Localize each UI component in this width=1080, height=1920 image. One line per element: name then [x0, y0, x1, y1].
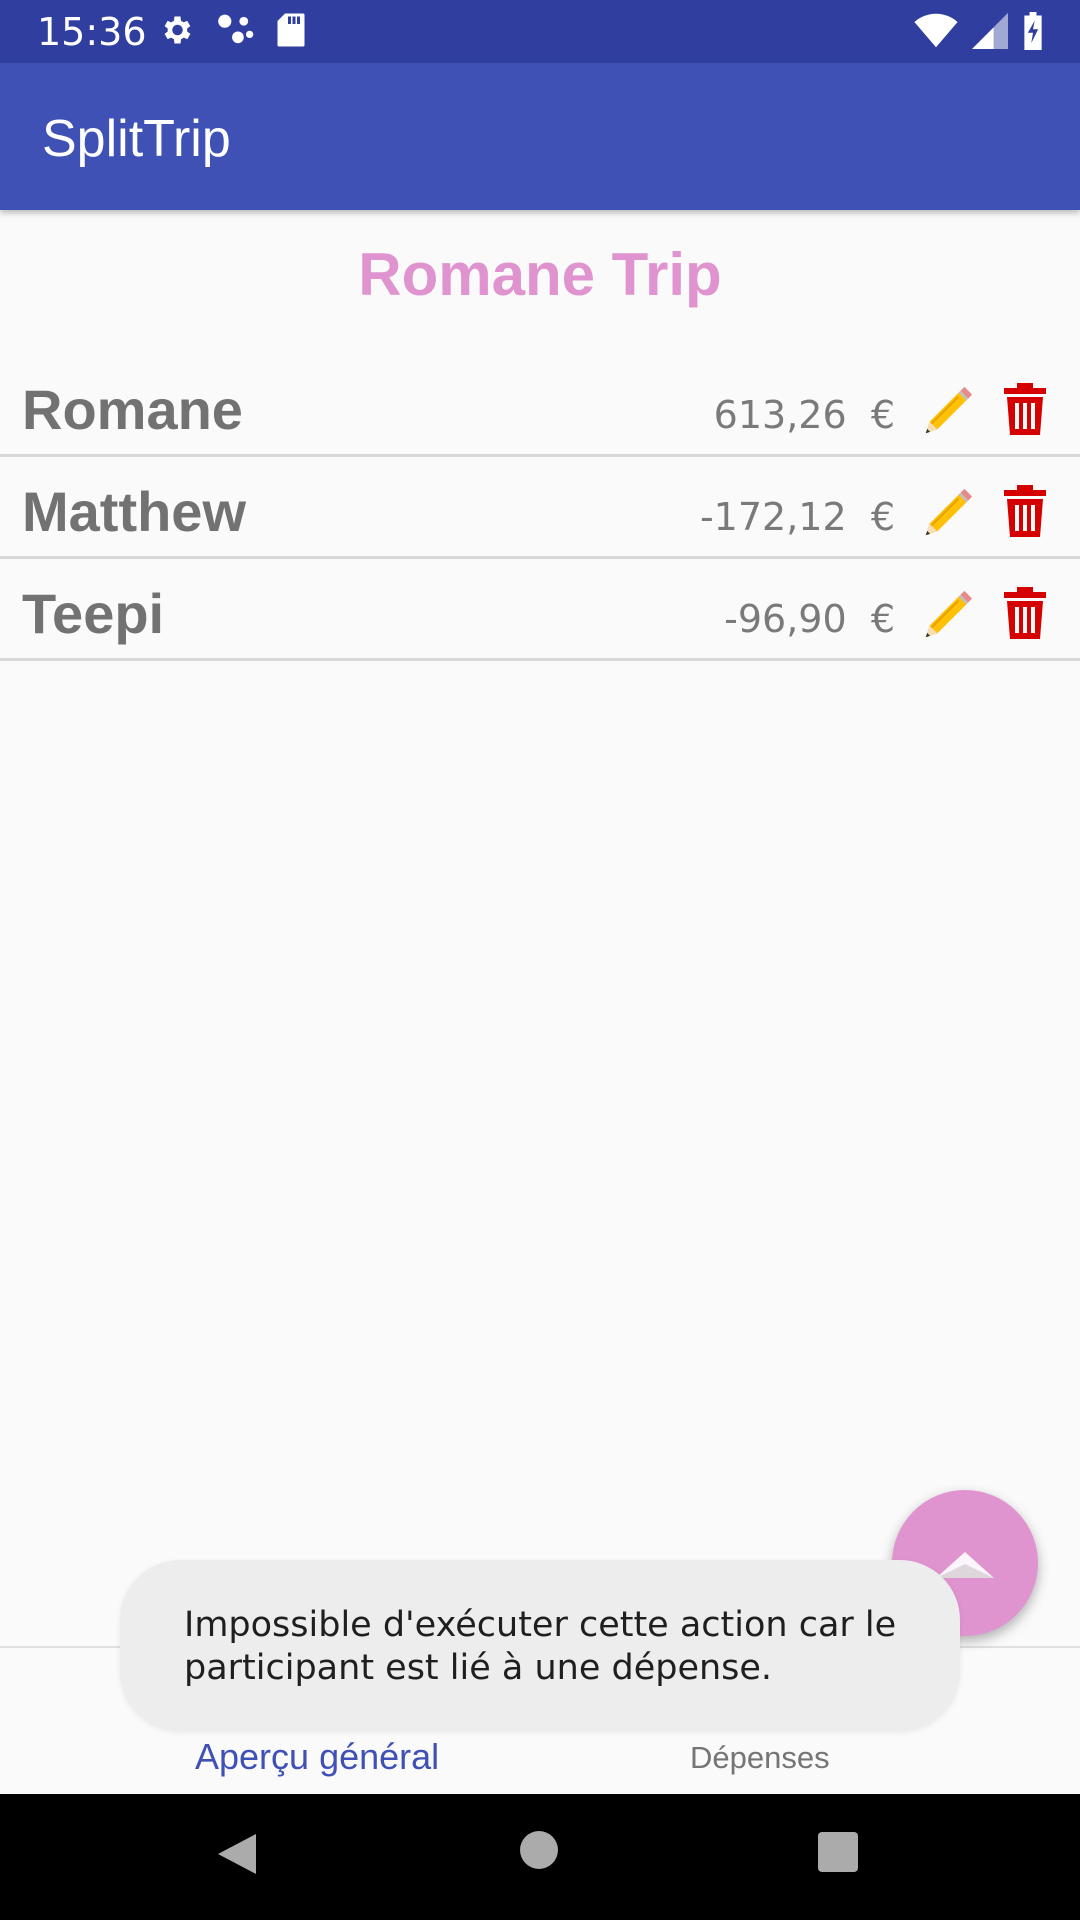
notification-icons: [158, 12, 306, 48]
pencil-icon[interactable]: [918, 383, 976, 441]
participant-row[interactable]: Romane 613,26 €: [0, 355, 1080, 457]
toast-text: Impossible d'exécuter cette action car l…: [184, 1605, 897, 1688]
balance-amount: 613,26: [713, 393, 847, 437]
pencil-icon[interactable]: [918, 587, 976, 645]
participant-name: Teepi: [22, 582, 165, 645]
wifi-icon: [914, 13, 958, 48]
trash-icon[interactable]: [1001, 585, 1049, 641]
back-icon[interactable]: [216, 1832, 258, 1876]
trip-title: Romane Trip: [358, 241, 722, 308]
app-bar: SplitTrip: [0, 63, 1080, 210]
system-nav-bar: [0, 1794, 1080, 1920]
trash-icon[interactable]: [1001, 483, 1049, 539]
participant-balance: -172,12 €: [700, 495, 895, 539]
currency-symbol: €: [870, 393, 895, 437]
participant-balance: 613,26 €: [714, 393, 895, 437]
currency-symbol: €: [870, 495, 895, 539]
toast-message: Impossible d'exécuter cette action car l…: [120, 1560, 960, 1730]
gear-icon: [164, 16, 191, 44]
participant-row[interactable]: Teepi -96,90 €: [0, 559, 1080, 661]
tab-expenses[interactable]: Dépenses: [690, 1740, 830, 1776]
signal-icon: [972, 13, 1008, 49]
trash-icon[interactable]: [1001, 381, 1049, 437]
participant-name: Matthew: [22, 480, 246, 543]
home-icon[interactable]: [520, 1831, 558, 1869]
system-status-icons: [914, 12, 1044, 50]
participant-row[interactable]: Matthew -172,12 €: [0, 457, 1080, 559]
share-dots-icon: [218, 14, 254, 44]
status-time: 15:36: [37, 10, 147, 54]
pencil-icon[interactable]: [918, 485, 976, 543]
app-title: SplitTrip: [42, 110, 231, 168]
sd-card-icon: [277, 13, 305, 47]
status-bar: 15:36: [0, 0, 1080, 63]
participant-balance: -96,90 €: [724, 597, 895, 641]
currency-symbol: €: [870, 597, 895, 641]
battery-charging-icon: [1024, 12, 1042, 50]
participant-list: Romane 613,26 € Matthew -172,12 € Teepi …: [0, 355, 1080, 661]
recents-icon[interactable]: [818, 1832, 858, 1872]
participant-name: Romane: [22, 378, 243, 441]
tab-overview[interactable]: Aperçu général: [195, 1736, 439, 1778]
balance-amount: -96,90: [724, 597, 847, 641]
balance-amount: -172,12: [699, 495, 847, 539]
